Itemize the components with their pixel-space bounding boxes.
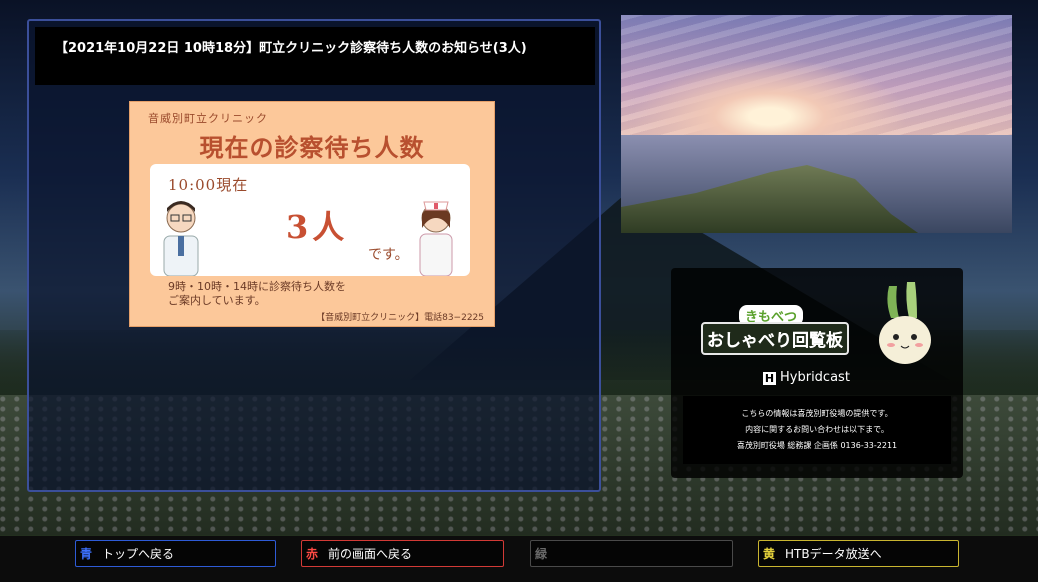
red-button-back[interactable]: 赤前の画面へ戻る [301,540,504,567]
yellow-key-label: 黄 [762,547,775,561]
notice-info: 9時・10時・14時に診察待ち人数を ご案内しています。 [168,280,346,307]
blue-button-label: トップへ戻る [102,547,175,561]
hybridcast-panel[interactable]: きもべつ おしゃべり回覧板 H Hybridcast こちらの情報は喜茂別町役場の… [671,268,963,478]
hybridcast-h-icon: H [763,372,776,385]
mascot-character [879,282,931,364]
count-box: 10:00現在 3人 です。 [150,164,470,276]
yellow-button-htb[interactable]: 黄 HTBデータ放送へ [758,540,959,567]
clinic-name: 音威別町立クリニック [148,112,268,125]
main-content-panel: 【2021年10月22日 10時18分】町立クリニック診察待ち人数のお知らせ(3… [27,19,601,492]
panel-title: 【2021年10月22日 10時18分】町立クリニック診察待ち人数のお知らせ(3… [35,27,595,85]
photo-sky [621,15,1012,145]
provider-info-line: 喜茂別町役場 総務課 企画係 0136-33-2211 [736,441,898,450]
nurse-illustration [419,201,453,276]
blue-key-label: 青 [79,547,92,561]
provider-info: こちらの情報は喜茂別町役場の提供です。 内容に関するお問い合わせは以下まで。 喜… [683,396,951,464]
hybridcast-logo: H Hybridcast [763,370,850,385]
green-key-label: 緑 [534,547,547,561]
scenery-photo [621,15,1012,233]
provider-info-line: 内容に関するお問い合わせは以下まで。 [745,425,889,434]
doctor-illustration [163,201,199,276]
notice-suffix: です。 [368,247,409,263]
notice-contact: 【音威別町立クリニック】電話83−2225 [316,313,484,323]
blue-button-top[interactable]: 青トップへ戻る [75,540,276,567]
hybridcast-logo-text: Hybridcast [780,370,850,385]
green-button[interactable]: 緑 [530,540,733,567]
notice-headline: 現在の診察待ち人数 [199,133,425,162]
provider-info-line: こちらの情報は喜茂別町役場の提供です。 [741,409,893,418]
red-key-label: 赤 [305,547,318,561]
yellow-button-label: HTBデータ放送へ [785,547,882,561]
clinic-notice-image: 音威別町立クリニック 現在の診察待ち人数 10:00現在 3人 です。 9時・1… [129,101,495,327]
kairan-title: おしゃべり回覧板 [701,322,849,355]
waiting-count: 3人 [286,208,349,246]
red-button-label: 前の画面へ戻る [328,547,413,561]
notice-time: 10:00現在 [168,176,249,194]
